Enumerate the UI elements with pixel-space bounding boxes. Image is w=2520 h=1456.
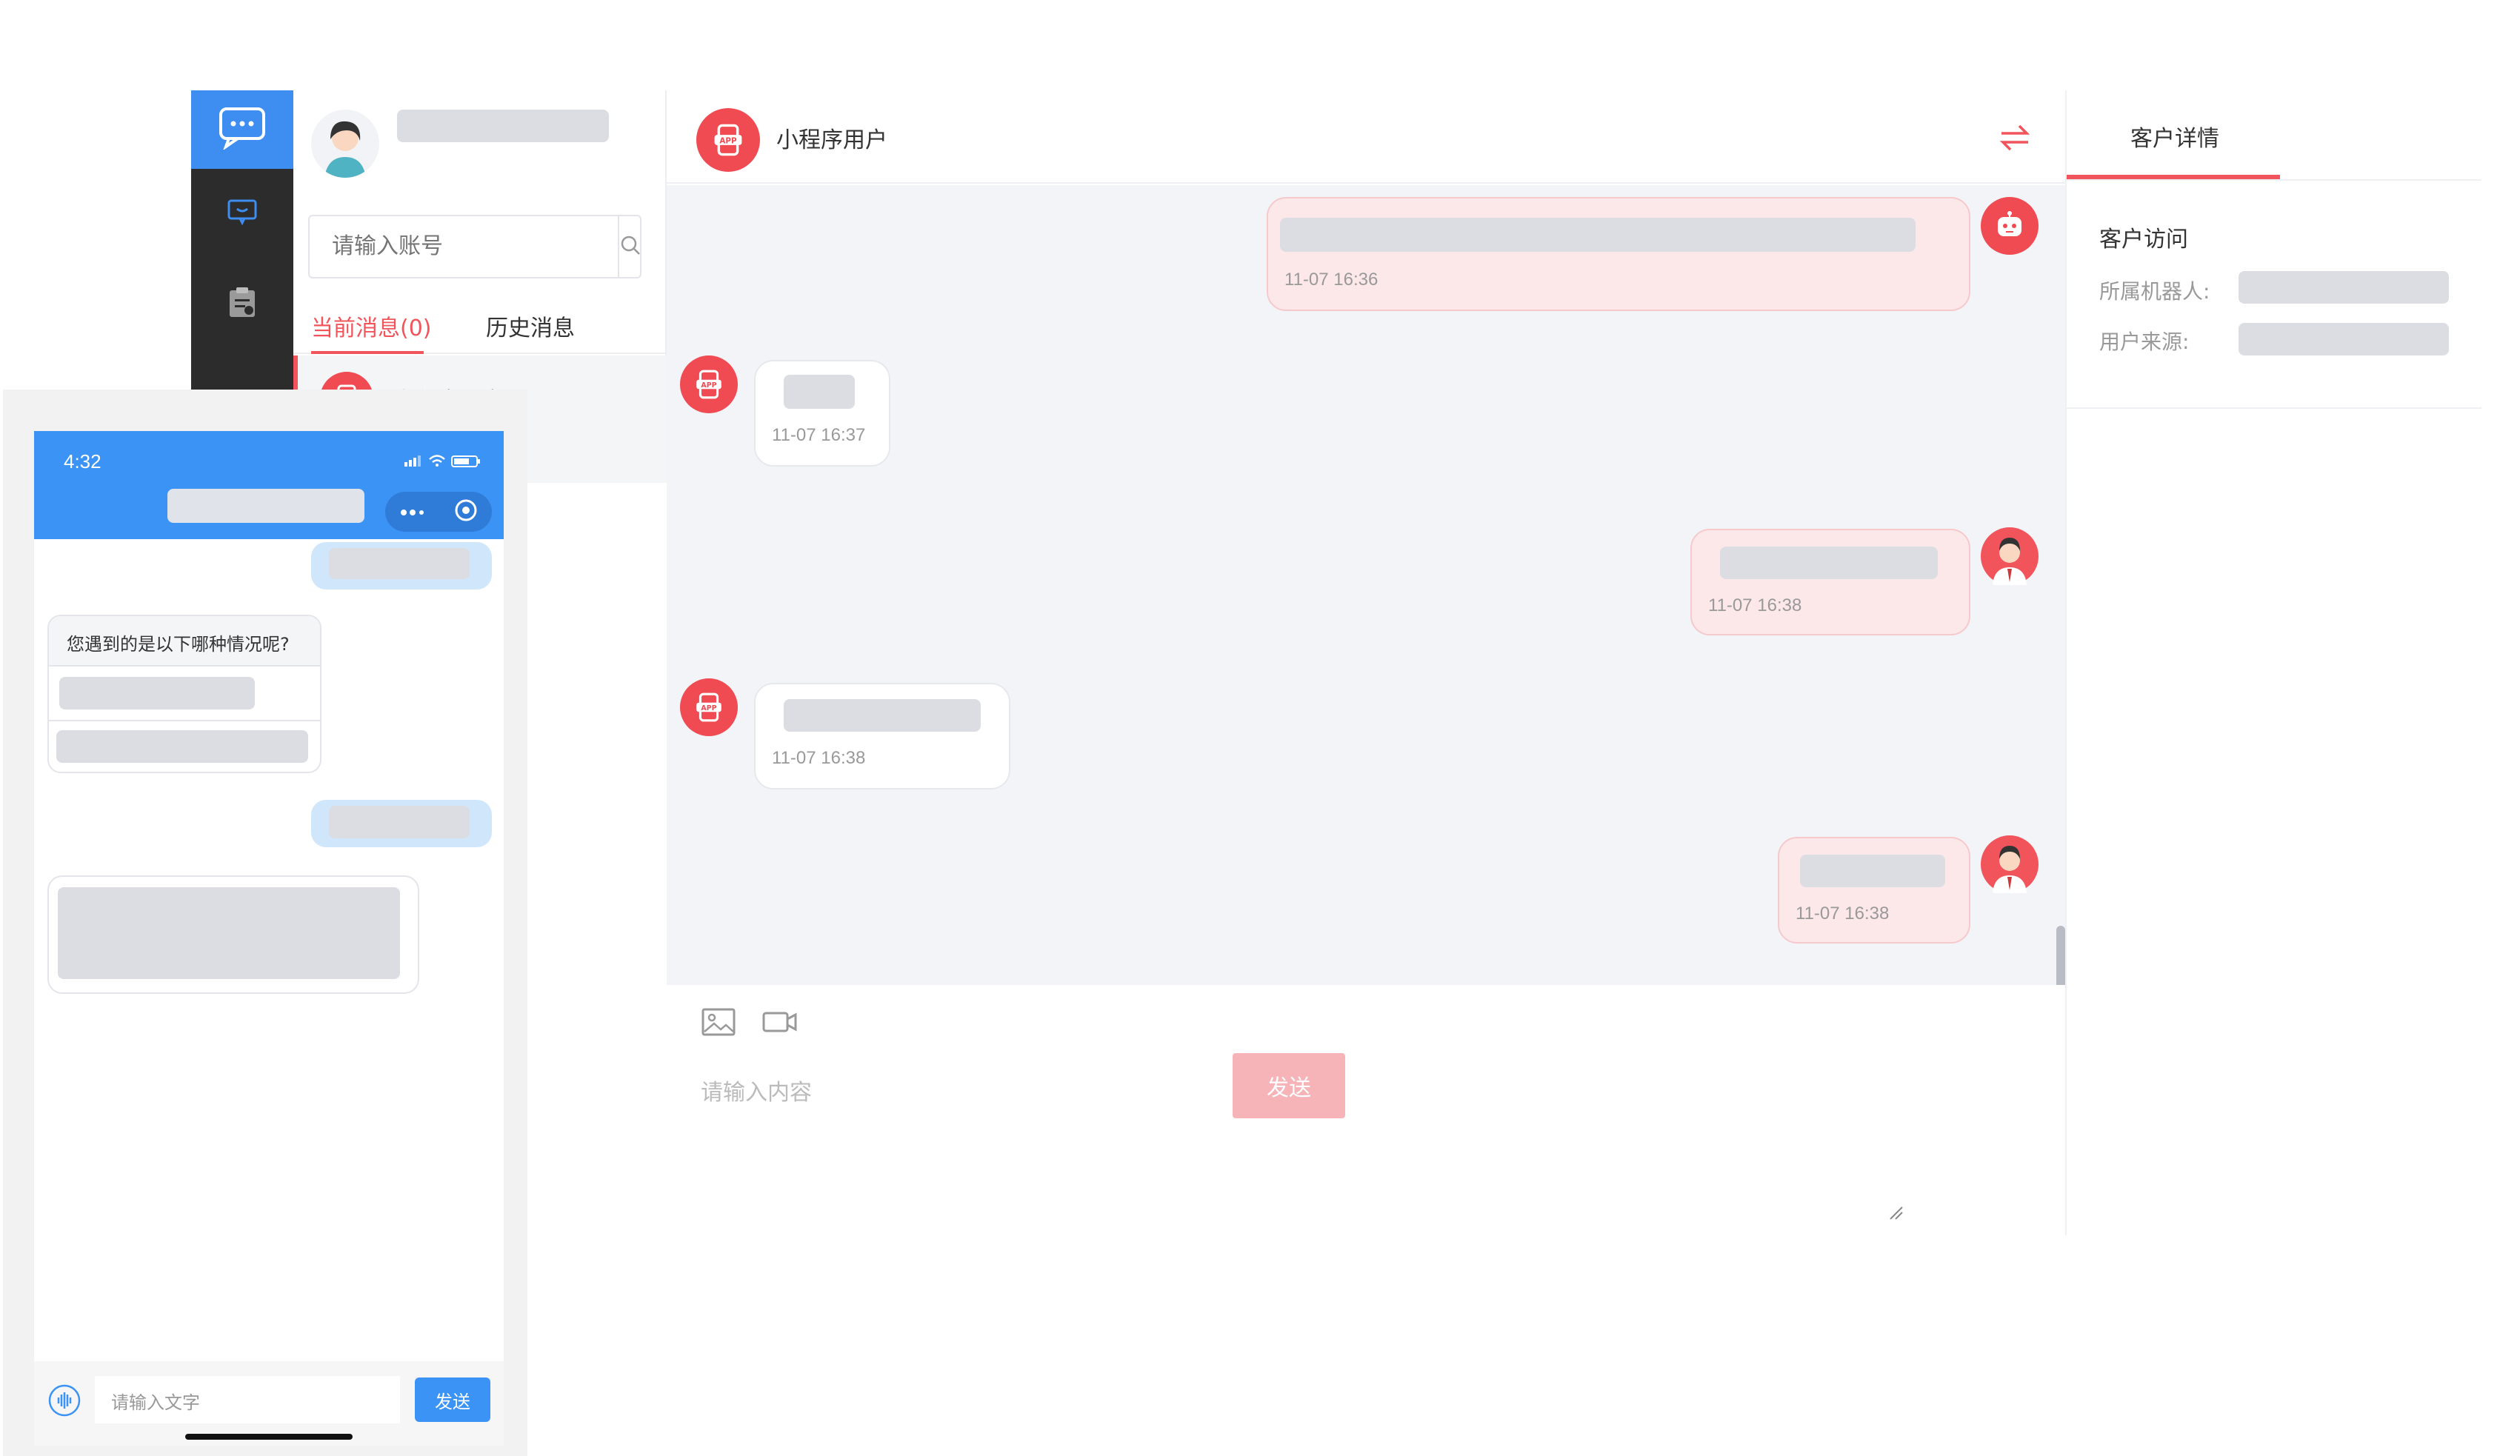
- nav-records[interactable]: [191, 281, 293, 326]
- avatar[interactable]: [311, 110, 379, 178]
- nav-robot[interactable]: [191, 191, 293, 236]
- search-input[interactable]: [310, 216, 618, 277]
- send-button[interactable]: 发送: [415, 1377, 490, 1422]
- message-bubble: 11-07 16:36: [1267, 197, 1970, 311]
- status-time: 4:32: [64, 450, 101, 472]
- voice-icon[interactable]: [47, 1383, 81, 1420]
- section-title: 客户访问: [2099, 227, 2188, 253]
- message-content-placeholder: [1280, 218, 1916, 252]
- tab-history[interactable]: 历史消息: [486, 310, 575, 342]
- customer-detail-panel: 客户详情 客户访问 所属机器人: 用户来源:: [2065, 90, 2481, 1235]
- divider: [2067, 407, 2481, 409]
- scrollbar[interactable]: [2056, 926, 2065, 992]
- message-content-placeholder: [784, 699, 981, 732]
- image-icon[interactable]: [701, 1007, 736, 1040]
- agent-avatar: [1981, 835, 2039, 893]
- user-avatar: APP: [680, 355, 738, 413]
- option-placeholder[interactable]: [56, 730, 308, 763]
- tab-indicator: [2067, 175, 2280, 179]
- message-content-placeholder: [329, 548, 470, 579]
- message-content-placeholder: [784, 375, 855, 409]
- message-input[interactable]: 请输入内容: [701, 1074, 812, 1106]
- account-search: [308, 215, 641, 278]
- message-tabs: 当前消息(0) 历史消息: [293, 299, 667, 354]
- video-icon[interactable]: [761, 1009, 799, 1038]
- message-smile-icon: [227, 198, 258, 228]
- message-content-placeholder: [58, 887, 400, 979]
- message-bubble: 11-07 16:37: [754, 360, 890, 467]
- status-icons: [404, 453, 486, 471]
- resize-handle-icon[interactable]: [1887, 1204, 1904, 1223]
- search-icon: [619, 234, 641, 259]
- user-avatar: APP: [680, 678, 738, 736]
- chat-title: 小程序用户: [776, 127, 887, 153]
- message-content-placeholder: [1800, 855, 1945, 887]
- svg-text:APP: APP: [719, 137, 737, 146]
- message-time: 11-07 16:36: [1284, 270, 1379, 290]
- svg-text:APP: APP: [701, 381, 716, 390]
- field-value-placeholder: [2239, 271, 2449, 304]
- message-bubble: 11-07 16:38: [1778, 837, 1970, 944]
- option-placeholder[interactable]: [59, 677, 255, 709]
- chat-header: APP 小程序用户: [667, 90, 2065, 184]
- tab-customer-detail[interactable]: 客户详情: [2130, 120, 2219, 153]
- field-value-placeholder: [2239, 323, 2449, 355]
- message-list: 11-07 16:36 APP 11-07 16:37 11-07 16:38 …: [667, 185, 2065, 992]
- message-time: 11-07 16:38: [772, 748, 866, 768]
- app-icon: APP: [696, 108, 760, 172]
- question-card: 您遇到的是以下哪种情况呢?: [47, 615, 321, 773]
- field-label-robot: 所属机器人:: [2099, 279, 2210, 304]
- nav-messages[interactable]: [191, 90, 293, 169]
- divider: [2067, 179, 2481, 181]
- agent-avatar: [1981, 527, 2039, 585]
- message-time: 11-07 16:37: [772, 425, 866, 445]
- tab-indicator: [311, 351, 424, 354]
- mini-program-phone: 4:32 您遇到的是以下哪种情况呢? 请输入文字 发送: [34, 431, 504, 1446]
- close-miniprogram-icon[interactable]: [454, 498, 478, 525]
- username-placeholder: [397, 110, 609, 142]
- message-content-placeholder: [329, 806, 470, 838]
- title-placeholder: [167, 489, 364, 523]
- message-bubble: [311, 800, 492, 847]
- chat-panel: APP 小程序用户 11-07 16:36 APP 11-07 16:37 11…: [667, 90, 2065, 1235]
- tab-current[interactable]: 当前消息(0): [311, 310, 432, 342]
- message-bubble: 11-07 16:38: [754, 683, 1010, 789]
- message-time: 11-07 16:38: [1708, 595, 1802, 615]
- message-content-placeholder: [1720, 547, 1938, 579]
- question-text: 您遇到的是以下哪种情况呢?: [49, 616, 320, 667]
- composer: 请输入内容: [667, 985, 2065, 1235]
- message-bubble: [47, 875, 419, 994]
- svg-text:APP: APP: [701, 704, 716, 712]
- robot-icon: [1993, 210, 2026, 242]
- field-label-source: 用户来源:: [2099, 330, 2190, 354]
- phone-input-bar: 请输入文字 发送: [34, 1361, 504, 1446]
- more-icon[interactable]: [400, 505, 425, 519]
- home-indicator: [185, 1434, 353, 1440]
- transfer-icon[interactable]: [1999, 123, 2031, 156]
- message-bubble: 11-07 16:38: [1690, 529, 1970, 635]
- clipboard-icon: [228, 286, 256, 321]
- robot-avatar: [1981, 197, 2039, 255]
- divider: [49, 720, 320, 721]
- text-input[interactable]: 请输入文字: [95, 1376, 400, 1423]
- message-time: 11-07 16:38: [1796, 904, 1890, 924]
- capsule-menu: [385, 492, 492, 532]
- message-bubble: [311, 542, 492, 590]
- send-button[interactable]: 发送: [1233, 1053, 1345, 1118]
- phone-navbar: 4:32: [34, 431, 504, 539]
- search-button[interactable]: [618, 216, 641, 277]
- chat-bubble-icon: [219, 107, 266, 153]
